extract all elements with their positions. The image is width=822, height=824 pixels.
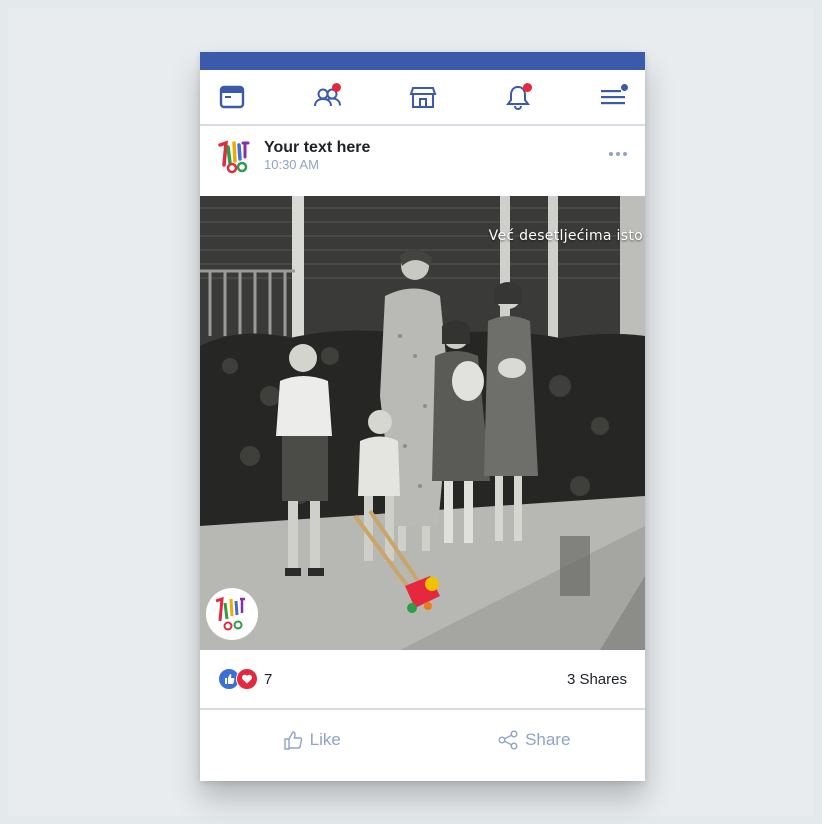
page-avatar[interactable] (212, 133, 256, 177)
like-label: Like (309, 730, 341, 749)
marketplace-icon[interactable] (407, 81, 439, 113)
like-button[interactable]: Like (200, 729, 423, 751)
notifications-badge (522, 83, 532, 92)
post-actions: Like Share (200, 710, 645, 770)
share-button[interactable]: Share (423, 729, 646, 751)
reaction-count: 7 (264, 670, 273, 688)
share-label: Share (525, 730, 571, 749)
more-options-icon[interactable] (609, 152, 627, 156)
friends-icon[interactable] (311, 81, 343, 113)
reactions-summary[interactable]: 7 (218, 668, 272, 690)
post-header: Your text here 10:30 AM (200, 126, 645, 184)
photo-caption: Već desetljećima isto (488, 228, 643, 244)
more-dot (609, 152, 613, 156)
love-reaction-icon (236, 668, 258, 690)
menu-icon[interactable] (597, 81, 629, 113)
menu-badge (621, 84, 628, 91)
post-stats: 7 3 Shares (200, 650, 645, 710)
share-count[interactable]: 3 Shares (567, 671, 627, 688)
post-photo[interactable]: Već desetljećima isto (200, 196, 645, 650)
share-icon (498, 730, 518, 750)
more-dot (616, 152, 620, 156)
more-dot (623, 152, 627, 156)
vintage-family-photo (200, 196, 645, 650)
notifications-icon[interactable] (502, 81, 534, 113)
post-author[interactable]: Your text here (264, 139, 370, 157)
post-timestamp[interactable]: 10:30 AM (264, 157, 370, 172)
phone-frame: Your text here 10:30 AM Već desetljećima… (200, 52, 645, 781)
top-nav-bar (200, 70, 645, 126)
status-bar (200, 52, 645, 70)
home-icon[interactable] (216, 81, 248, 113)
thumbs-up-icon (283, 731, 302, 750)
